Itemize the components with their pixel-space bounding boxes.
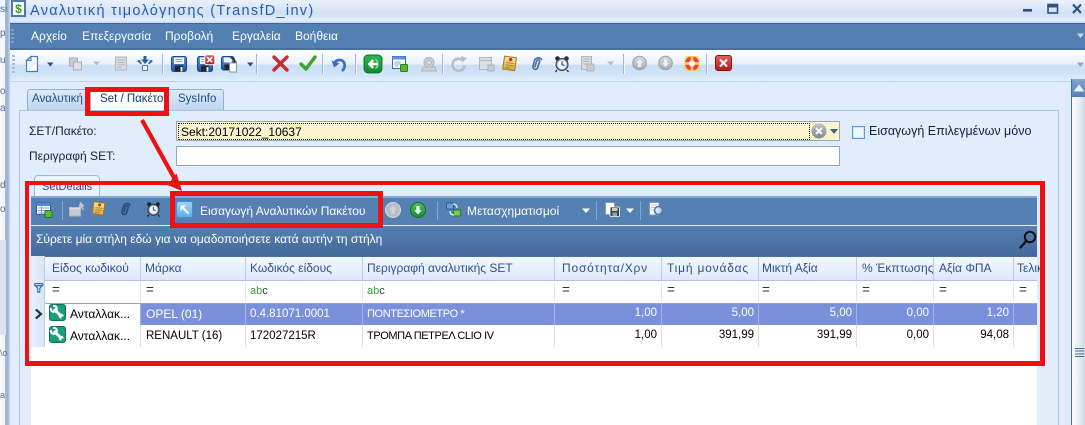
svg-text:$: $ bbox=[15, 2, 22, 16]
